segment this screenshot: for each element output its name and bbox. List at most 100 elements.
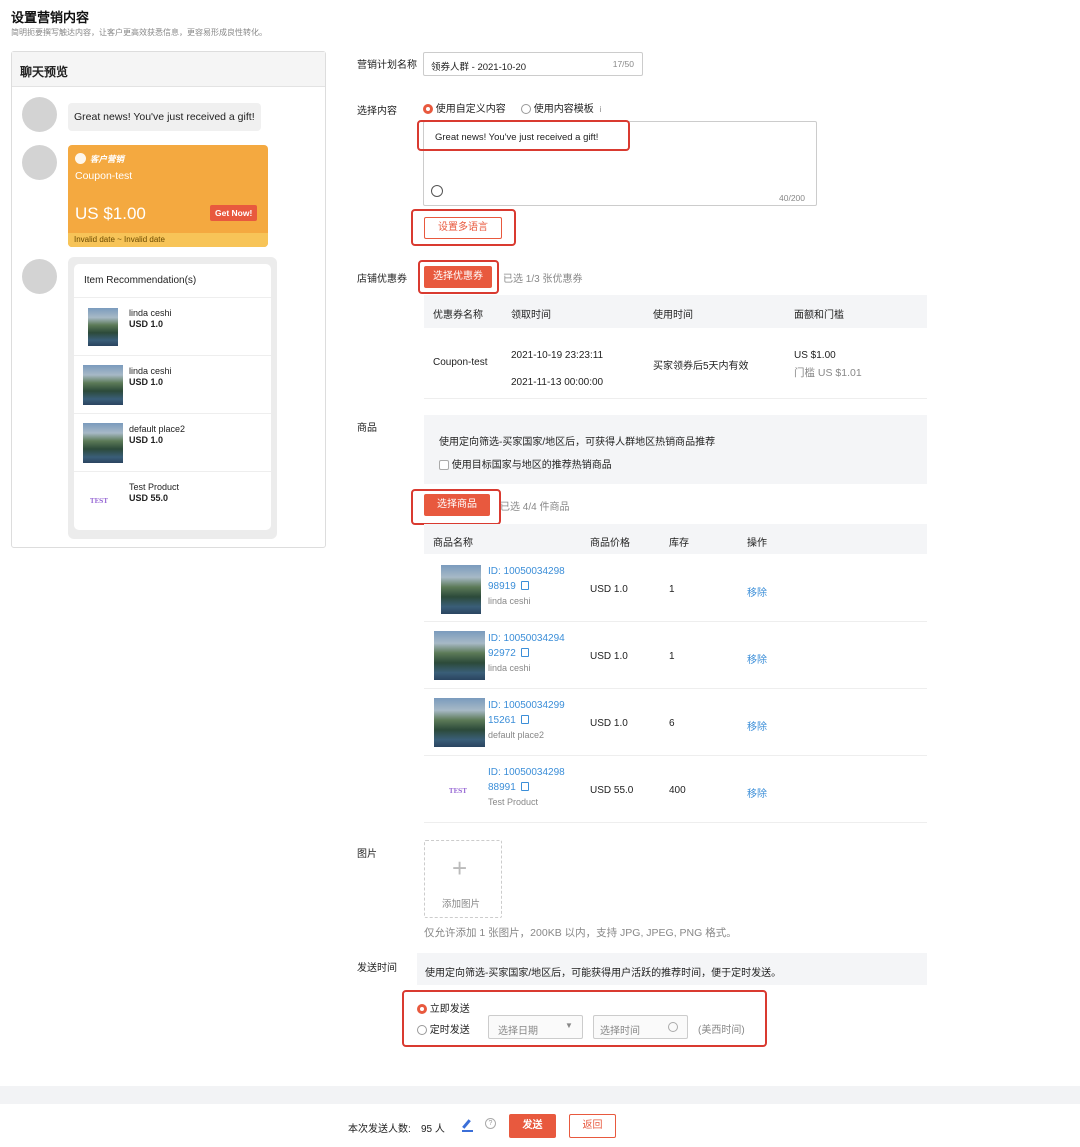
radio-template-label: 使用内容模板 <box>533 104 594 115</box>
use-time-cell: 买家领券后5天内有效 <box>653 361 749 372</box>
send-button[interactable]: 发送 <box>509 1114 556 1138</box>
product-id[interactable]: 98919 <box>488 581 516 592</box>
product-name: linda ceshi <box>129 366 172 376</box>
remove-link[interactable]: 移除 <box>747 651 767 666</box>
product-price: USD 1.0 <box>590 651 628 662</box>
back-button[interactable]: 返回 <box>569 1114 616 1138</box>
coupon-name: Coupon-test <box>75 170 133 182</box>
checkbox-label: 使用目标国家与地区的推荐热销商品 <box>451 460 612 471</box>
product-name: default place2 <box>488 730 545 740</box>
radio-custom-content[interactable]: 使用自定义内容 <box>423 100 506 115</box>
highlight-box <box>411 489 501 525</box>
recommend-checkbox[interactable]: 使用目标国家与地区的推荐热销商品 <box>439 456 612 471</box>
edit-icon[interactable] <box>462 1119 473 1132</box>
column-header: 商品名称 <box>433 538 473 549</box>
plan-name-value: 领券人群 - 2021-10-20 <box>431 62 527 73</box>
product-name: linda ceshi <box>488 663 531 673</box>
copy-icon[interactable] <box>521 648 529 657</box>
page-subtitle: 简明扼要撰写触达内容，让客户更高效获悉信息，更容易形成良性转化。 <box>11 28 267 37</box>
remove-link[interactable]: 移除 <box>747 584 767 599</box>
emoji-icon[interactable] <box>431 185 443 197</box>
coupon-name-cell: Coupon-test <box>433 357 488 368</box>
recommendation-title: Item Recommendation(s) <box>84 275 197 286</box>
remove-link[interactable]: 移除 <box>747 718 767 733</box>
products-label: 商品 <box>357 423 377 434</box>
radio-checked-icon <box>423 104 433 115</box>
product-price: USD 55.0 <box>590 785 634 796</box>
recommendation-card: Item Recommendation(s) linda ceshi USD 1… <box>68 257 277 539</box>
products-table-header: 商品名称 商品价格 库存 操作 <box>424 524 927 554</box>
get-now-button[interactable]: Get Now! <box>210 205 258 221</box>
product-price: USD 55.0 <box>129 493 169 503</box>
claim-end-cell: 2021-11-13 00:00:00 <box>511 377 604 388</box>
avatar <box>22 145 57 180</box>
info-icon[interactable]: i <box>600 105 602 114</box>
product-thumbnail <box>83 365 123 405</box>
column-header: 优惠券名称 <box>433 310 483 321</box>
product-price: USD 1.0 <box>129 435 164 445</box>
product-name: default place2 <box>129 424 186 434</box>
copy-icon[interactable] <box>521 715 529 724</box>
table-row: Coupon-test 2021-10-19 23:23:11 2021-11-… <box>424 328 927 399</box>
product-name: linda ceshi <box>488 596 531 606</box>
coupon-selected-count: 已选 1/3 张优惠券 <box>503 274 583 285</box>
coupon-label: 店铺优惠券 <box>357 274 407 285</box>
content-count: 40/200 <box>779 193 805 203</box>
plan-name-label: 营销计划名称 <box>357 60 417 71</box>
image-label: 图片 <box>357 849 377 860</box>
list-item[interactable]: TEST Test Product USD 55.0 <box>74 471 271 529</box>
product-name: Test Product <box>129 482 180 492</box>
radio-unchecked-icon <box>521 104 531 115</box>
send-time-notice: 使用定向筛选-买家国家/地区后，可能获得用户活跃的推荐时间，便于定时发送。 <box>417 953 927 985</box>
threshold-cell: 门槛 US $1.01 <box>794 367 862 379</box>
product-price: USD 1.0 <box>129 377 164 387</box>
claim-start-cell: 2021-10-19 23:23:11 <box>511 350 604 361</box>
product-thumbnail: TEST <box>449 788 467 795</box>
send-time-notice-text: 使用定向筛选-买家国家/地区后，可能获得用户活跃的推荐时间，便于定时发送。 <box>425 968 782 979</box>
list-item[interactable]: default place2 USD 1.0 <box>74 413 271 471</box>
copy-icon[interactable] <box>521 782 529 791</box>
image-upload[interactable]: + 添加图片 <box>424 840 502 918</box>
product-id[interactable]: ID: 10050034294 <box>488 633 565 644</box>
list-item[interactable]: linda ceshi USD 1.0 <box>74 355 271 413</box>
product-thumbnail <box>83 423 123 463</box>
radio-template-content[interactable]: 使用内容模板 i <box>521 100 601 115</box>
remove-link[interactable]: 移除 <box>747 785 767 800</box>
product-id[interactable]: ID: 10050034299 <box>488 700 565 711</box>
product-id[interactable]: 88991 <box>488 782 516 793</box>
column-header: 库存 <box>669 538 689 549</box>
list-item[interactable]: linda ceshi USD 1.0 <box>74 297 271 355</box>
coupon-amount: US $1.00 <box>75 204 146 223</box>
audience-count: 95 人 <box>421 1124 445 1135</box>
coupon-badge-icon <box>75 153 86 164</box>
audience-label: 本次发送人数: <box>348 1124 411 1135</box>
highlight-box <box>417 120 630 151</box>
copy-icon[interactable] <box>521 581 529 590</box>
checkbox-icon <box>439 460 449 471</box>
avatar <box>22 97 57 132</box>
product-id[interactable]: ID: 10050034298 <box>488 566 565 577</box>
product-id[interactable]: ID: 10050034298 <box>488 767 565 778</box>
products-selected-count: 已选 4/4 件商品 <box>500 502 570 513</box>
column-header: 使用时间 <box>653 310 693 321</box>
page-title: 设置营销内容 <box>11 10 90 25</box>
product-price: USD 1.0 <box>129 319 164 329</box>
avatar <box>22 259 57 294</box>
footer-bar: 本次发送人数: 95 人 ? 发送 返回 <box>0 1104 1080 1147</box>
product-thumbnail: TEST <box>90 498 108 505</box>
product-thumbnail <box>434 698 485 747</box>
radio-custom-label: 使用自定义内容 <box>435 104 506 115</box>
product-id[interactable]: 92972 <box>488 648 516 659</box>
product-price: USD 1.0 <box>590 584 628 595</box>
table-row: ID: 10050034299 15261 default place2 USD… <box>424 689 927 756</box>
product-id[interactable]: 15261 <box>488 715 516 726</box>
chat-preview-header: 聊天预览 <box>12 52 325 87</box>
coupon-validity: Invalid date ~ Invalid date <box>68 233 268 247</box>
help-icon[interactable]: ? <box>485 1118 496 1129</box>
content-label: 选择内容 <box>357 106 397 117</box>
column-header: 面额和门槛 <box>794 310 844 321</box>
coupon-badge: 客户营销 <box>90 154 125 164</box>
product-price: USD 1.0 <box>590 718 628 729</box>
plan-name-input[interactable]: 领券人群 - 2021-10-20 17/50 <box>423 52 643 76</box>
column-header: 操作 <box>747 538 767 549</box>
